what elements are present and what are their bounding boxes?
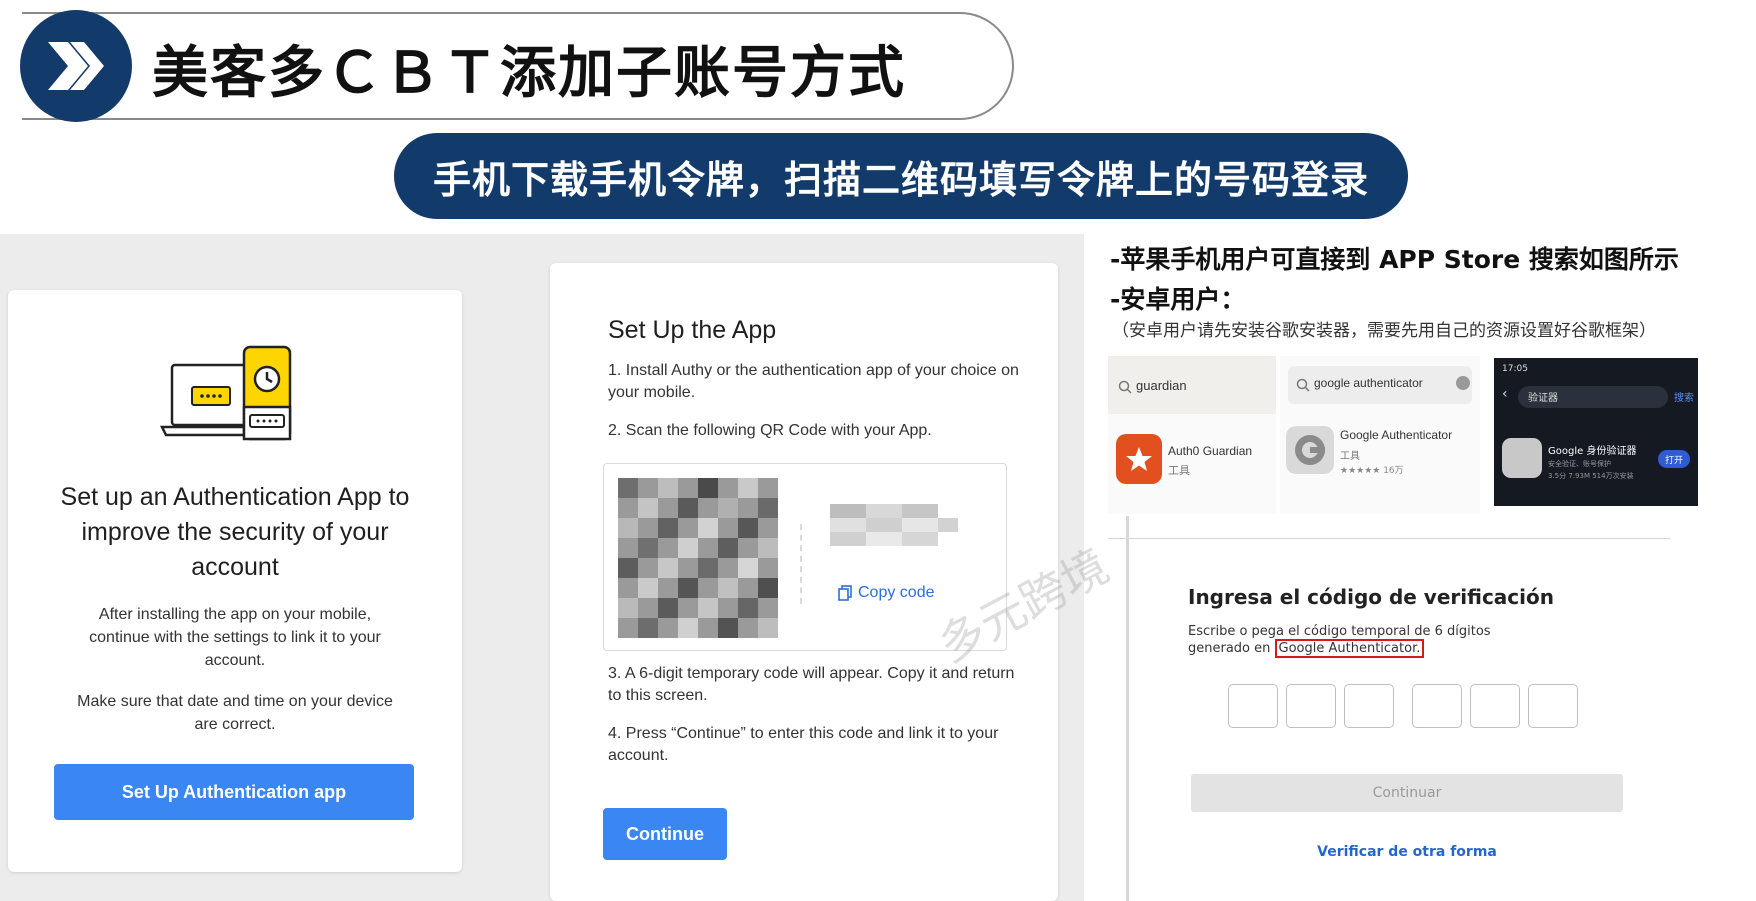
android-phone-screenshot: 17:05 ‹ 验证器 搜索 Google 身份验证器 安全验证、账号保护 3.… xyxy=(1494,358,1698,506)
instruction-ios: -苹果手机用户可直接到 APP Store 搜索如图所示 xyxy=(1110,245,1679,274)
code-digit-4-input[interactable] xyxy=(1412,684,1462,728)
guardian-search-result: guardian Auth0 Guardian 工具 xyxy=(1108,356,1276,514)
step-4-text: 4. Press “Continue” to enter this code a… xyxy=(608,725,999,764)
double-chevron-right-icon xyxy=(48,42,104,90)
phone-search-button[interactable]: 搜索 xyxy=(1674,389,1694,404)
phone-result-subtitle: 安全验证、账号保护 xyxy=(1548,460,1611,468)
section-divider xyxy=(1108,538,1670,539)
google-authenticator-icon xyxy=(1502,438,1542,478)
authenticator-app-name: Google Authenticator xyxy=(1340,428,1453,442)
setup-intro-heading: Set up an Authentication App to improve … xyxy=(60,483,410,581)
redacted-secret-key xyxy=(830,504,958,546)
title-badge xyxy=(20,10,132,122)
setup-intro-datetime-note: Make sure that date and time on your dev… xyxy=(77,693,393,733)
qr-divider xyxy=(800,524,802,604)
code-digit-3-input[interactable] xyxy=(1344,684,1394,728)
google-authenticator-highlight: Google Authenticator. xyxy=(1274,639,1425,658)
auth0-guardian-icon xyxy=(1116,434,1162,484)
setup-intro-card: Set up an Authentication App to improve … xyxy=(8,290,462,872)
app-store-screenshots: guardian Auth0 Guardian 工具 google authen… xyxy=(1108,356,1740,514)
verification-instruction-line2: generado en Google Authenticator. xyxy=(1188,639,1425,658)
google-authenticator-search-result: google authenticator Google Authenticato… xyxy=(1280,356,1480,514)
code-digit-1-input[interactable] xyxy=(1228,684,1278,728)
copy-code-link[interactable]: Copy code xyxy=(838,584,935,602)
verification-title: Ingresa el código de verificación xyxy=(1188,585,1554,609)
continuar-button[interactable]: Continuar xyxy=(1191,774,1623,812)
guardian-app-name: Auth0 Guardian xyxy=(1168,444,1253,458)
google-authenticator-icon xyxy=(1286,426,1334,474)
laptop-phone-illustration-icon xyxy=(159,345,292,441)
step-1-text: 1. Install Authy or the authentication a… xyxy=(608,362,1019,401)
subtitle-banner: 手机下载手机令牌，扫描二维码填写令牌上的号码登录 xyxy=(394,133,1408,219)
set-up-authentication-app-button[interactable]: Set Up Authentication app xyxy=(54,764,414,820)
subtitle-text: 手机下载手机令牌，扫描二维码填写令牌上的号码登录 xyxy=(432,157,1369,202)
guardian-query: guardian xyxy=(1136,378,1187,393)
verify-another-way-link[interactable]: Verificar de otra forma xyxy=(1191,844,1623,860)
phone-search-query: 验证器 xyxy=(1528,393,1558,404)
code-digit-5-input[interactable] xyxy=(1470,684,1520,728)
setup-app-title: Set Up the App xyxy=(608,316,777,344)
search-icon xyxy=(1118,380,1132,394)
instruction-android: -安卓用户： xyxy=(1110,285,1246,314)
left-rule xyxy=(1126,516,1129,901)
back-icon[interactable]: ‹ xyxy=(1502,386,1508,402)
qr-code-icon xyxy=(618,478,778,638)
authenticator-app-category: 工具 xyxy=(1340,451,1360,462)
search-icon xyxy=(1296,378,1310,392)
phone-result-name: Google 身份验证器 xyxy=(1548,446,1637,457)
code-digit-2-input[interactable] xyxy=(1286,684,1336,728)
guardian-search-bar xyxy=(1108,356,1276,414)
phone-open-button[interactable]: 打开 xyxy=(1658,450,1690,468)
verification-prefix: generado en xyxy=(1188,641,1275,656)
copy-code-label: Copy code xyxy=(858,584,935,601)
authenticator-app-rating: ★★★★★ 16万 xyxy=(1340,466,1404,476)
authenticator-query: google authenticator xyxy=(1314,376,1423,390)
copy-icon xyxy=(838,585,852,601)
verification-instruction: Escribe o pega el código temporal de 6 d… xyxy=(1188,624,1491,639)
setup-intro-description: After installing the app on your mobile,… xyxy=(89,606,381,669)
phone-status-time: 17:05 xyxy=(1502,364,1528,374)
code-digit-6-input[interactable] xyxy=(1528,684,1578,728)
phone-result-meta: 3.5分 7.93M 514万次安装 xyxy=(1548,472,1634,480)
clear-search-icon[interactable] xyxy=(1456,376,1470,390)
continue-button[interactable]: Continue xyxy=(603,808,727,860)
instruction-android-note: （安卓用户请先安装谷歌安装器，需要先用自己的资源设置好谷歌框架） xyxy=(1112,321,1656,341)
page-title: 美客多ＣＢＴ添加子账号方式 xyxy=(152,40,906,106)
step-2-text: 2. Scan the following QR Code with your … xyxy=(608,422,932,439)
setup-app-card: Set Up the App 1. Install Authy or the a… xyxy=(550,263,1058,901)
guardian-app-category: 工具 xyxy=(1168,464,1190,477)
